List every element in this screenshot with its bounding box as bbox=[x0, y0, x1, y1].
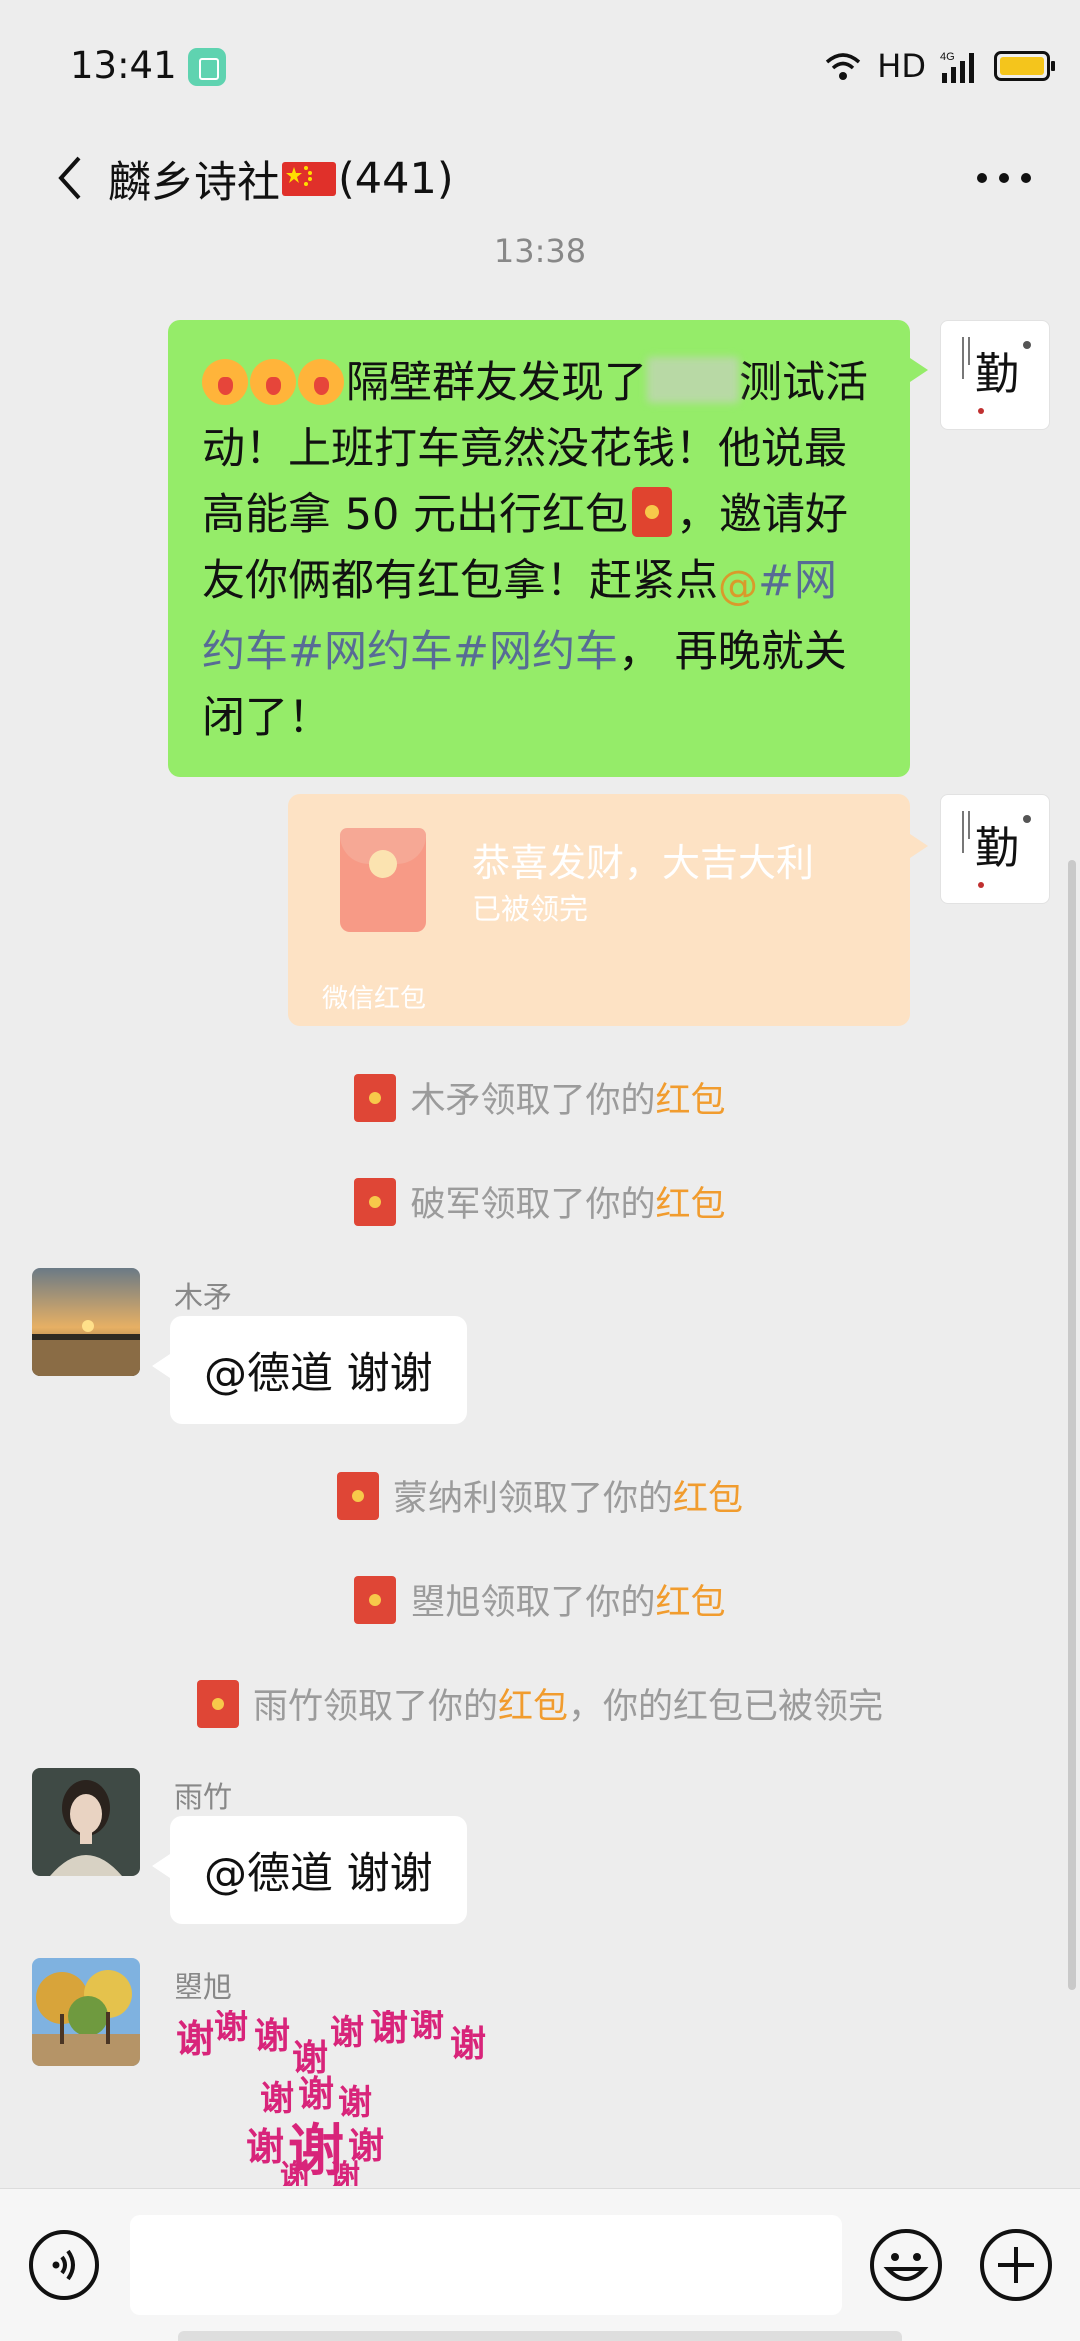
system-message-text: 曌旭领取了你的 bbox=[410, 1583, 656, 1623]
plus-icon bbox=[980, 2229, 1052, 2301]
voice-input-button[interactable] bbox=[28, 2229, 100, 2301]
message-text: 隔壁群友发现了 bbox=[346, 358, 647, 408]
member-count: (441) bbox=[338, 154, 454, 204]
my-avatar[interactable]: 勤 bbox=[940, 320, 1050, 430]
svg-text:谢: 谢 bbox=[370, 2010, 408, 2049]
svg-text:谢: 谢 bbox=[450, 2024, 486, 2065]
sender-avatar[interactable] bbox=[32, 1958, 140, 2066]
calligraphy-avatar-image: 勤 bbox=[962, 337, 1031, 414]
red-packet-link[interactable]: 红包 bbox=[656, 1574, 726, 1625]
message-input[interactable] bbox=[130, 2215, 842, 2315]
snail-emoji-icon: @ bbox=[718, 563, 758, 609]
sender-name: 雨竹 bbox=[174, 1780, 233, 1814]
back-button[interactable] bbox=[30, 130, 110, 226]
svg-text:勤: 勤 bbox=[975, 349, 1019, 400]
red-envelope-emoji-icon bbox=[632, 487, 673, 537]
status-indicators: HD 4G bbox=[823, 44, 1055, 88]
svg-text:谢: 谢 bbox=[246, 2125, 284, 2169]
china-flag-icon bbox=[282, 162, 336, 196]
system-message: 雨竹领取了你的 红包 ，你的红包已被领完 bbox=[0, 1678, 1080, 1729]
sender-name: 曌旭 bbox=[174, 1970, 233, 2004]
sender-avatar[interactable] bbox=[32, 1268, 140, 1376]
status-time: 13:41 bbox=[70, 44, 177, 87]
system-message-text: 雨竹领取了你的 bbox=[252, 1687, 498, 1727]
svg-text:谢: 谢 bbox=[330, 2013, 364, 2053]
smiley-icon bbox=[870, 2229, 942, 2301]
system-message-suffix: ，你的红包已被领完 bbox=[568, 1687, 884, 1727]
calligraphy-avatar-image: 勤 bbox=[962, 811, 1031, 888]
sunset-landscape-avatar-image bbox=[32, 1268, 140, 1376]
notification-app-icon bbox=[188, 48, 226, 86]
signal-icon: 4G bbox=[940, 51, 974, 83]
red-packet-card[interactable]: 恭喜发财，大吉大利 已被领完 微信红包 bbox=[288, 794, 928, 1026]
red-packet-icon bbox=[336, 1471, 379, 1520]
message-bubble[interactable]: @德道 谢谢 bbox=[152, 1316, 467, 1424]
red-packet-icon bbox=[354, 1177, 397, 1226]
group-name: 麟乡诗社 bbox=[108, 158, 280, 208]
message-text: @德道 谢谢 bbox=[204, 1349, 433, 1399]
message-input-bar bbox=[0, 2188, 1080, 2341]
tongue-out-face-icon bbox=[298, 359, 344, 405]
emoji-button[interactable] bbox=[868, 2227, 944, 2303]
svg-text:谢: 谢 bbox=[214, 2010, 248, 2047]
thanks-sticker[interactable]: 谢 谢 谢 谢 谢 谢 谢 谢 谢 谢 谢 谢 谢 谢 谢 谢 bbox=[170, 2010, 500, 2186]
svg-text:谢: 谢 bbox=[176, 2017, 214, 2061]
chat-title: 麟乡诗社 (441) bbox=[108, 148, 454, 210]
status-bar: 13:41 HD 4G bbox=[0, 0, 1080, 130]
message-text: @德道 谢谢 bbox=[204, 1849, 433, 1899]
system-message: 破军领取了你的 红包 bbox=[0, 1176, 1080, 1227]
svg-text:谢: 谢 bbox=[338, 2083, 372, 2123]
red-packet-link[interactable]: 红包 bbox=[673, 1470, 743, 1521]
network-label: HD bbox=[877, 47, 926, 85]
chevron-left-icon bbox=[58, 156, 81, 200]
red-packet-icon bbox=[354, 1073, 397, 1122]
svg-text:勤: 勤 bbox=[975, 823, 1019, 874]
chat-timestamp: 13:38 bbox=[493, 232, 587, 270]
blurred-text-redaction bbox=[647, 357, 739, 403]
message-bubble[interactable]: @德道 谢谢 bbox=[152, 1816, 467, 1924]
red-packet-link[interactable]: 红包 bbox=[498, 1678, 568, 1729]
chat-header: 麟乡诗社 (441) bbox=[0, 130, 1080, 226]
system-message-text: 木矛领取了你的 bbox=[410, 1081, 656, 1121]
svg-text:谢: 谢 bbox=[254, 2016, 290, 2057]
my-avatar[interactable]: 勤 bbox=[940, 794, 1050, 904]
more-dots-icon bbox=[977, 173, 1031, 183]
thanks-sticker-image: 谢 谢 谢 谢 谢 谢 谢 谢 谢 谢 谢 谢 谢 谢 谢 谢 bbox=[176, 2010, 486, 2186]
red-packet-link[interactable]: 红包 bbox=[656, 1176, 726, 1227]
battery-icon bbox=[994, 51, 1055, 81]
tongue-out-face-icon bbox=[250, 359, 296, 405]
sender-avatar[interactable] bbox=[32, 1768, 140, 1876]
system-message-text: 蒙纳利领取了你的 bbox=[392, 1479, 673, 1519]
tongue-out-face-icon bbox=[202, 359, 248, 405]
red-packet-envelope-icon bbox=[340, 828, 426, 932]
voice-icon bbox=[29, 2230, 99, 2300]
system-message: 蒙纳利领取了你的 红包 bbox=[0, 1470, 1080, 1521]
red-packet-title: 恭喜发财，大吉大利 bbox=[472, 841, 815, 885]
more-functions-button[interactable] bbox=[978, 2227, 1054, 2303]
chat-scrollbar[interactable] bbox=[1068, 860, 1076, 1990]
svg-text:谢: 谢 bbox=[280, 2159, 310, 2186]
svg-text:谢: 谢 bbox=[330, 2159, 360, 2186]
red-packet-link[interactable]: 红包 bbox=[656, 1072, 726, 1123]
svg-text:谢: 谢 bbox=[260, 2079, 294, 2119]
portrait-avatar-image bbox=[32, 1768, 140, 1876]
svg-text:谢: 谢 bbox=[410, 2010, 444, 2045]
more-options-button[interactable] bbox=[954, 130, 1054, 226]
red-packet-icon bbox=[354, 1575, 397, 1624]
wifi-icon bbox=[826, 53, 861, 80]
my-message-bubble[interactable]: 隔壁群友发现了 测试活动！上班打车竟然没花钱！他说最高能拿 50 元出行红包 ，邀请… bbox=[168, 320, 928, 777]
autumn-trees-avatar-image bbox=[32, 1958, 140, 2066]
sender-name: 木矛 bbox=[174, 1280, 233, 1314]
signal-badge: 4G bbox=[940, 51, 955, 63]
red-packet-icon bbox=[196, 1679, 239, 1728]
system-message: 曌旭领取了你的 红包 bbox=[0, 1574, 1080, 1625]
red-packet-footer: 微信红包 bbox=[322, 984, 427, 1014]
system-message: 木矛领取了你的 红包 bbox=[0, 1072, 1080, 1123]
red-packet-status: 已被领完 bbox=[472, 892, 589, 926]
svg-text:谢: 谢 bbox=[298, 2074, 334, 2115]
system-message-text: 破军领取了你的 bbox=[410, 1185, 656, 1225]
svg-text:谢: 谢 bbox=[292, 2038, 328, 2079]
